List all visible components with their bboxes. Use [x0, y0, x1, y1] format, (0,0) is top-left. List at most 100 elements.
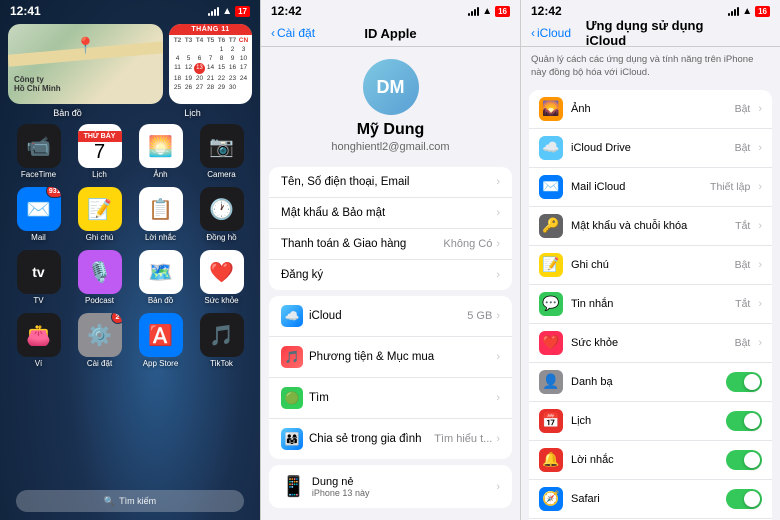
app-wallet[interactable]: 👛 Ví: [12, 313, 65, 368]
chevron-messages: ›: [758, 298, 762, 310]
icloud-row-keychain[interactable]: 🔑 Mật khẩu và chuỗi khóa Tắt ›: [529, 207, 772, 246]
icloud-row-notes[interactable]: 📝 Ghi chú Bật ›: [529, 246, 772, 285]
app-grid-row4: 👛 Ví ⚙️ 2 Cài đặt 🅰️ App Store 🎵 TikTok: [0, 309, 260, 372]
app-clock-label: Đồng hồ: [206, 233, 236, 242]
chevron-icon-4: ›: [496, 269, 500, 281]
app-appstore-label: App Store: [143, 359, 179, 368]
wifi-icon: ▲: [222, 6, 232, 17]
nav-title-2: ID Apple: [364, 26, 416, 41]
icloud-row-health[interactable]: ❤️ Sức khỏe Bật ›: [529, 324, 772, 363]
safari-toggle[interactable]: [726, 489, 762, 509]
widgets-row: 📍 Công ty Hồ Chí Minh THÁNG 11 T2T3T4T5T…: [0, 20, 260, 108]
app-maps-label: Bản đồ: [148, 296, 173, 305]
settings-row-payment-label: Thanh toán & Giao hàng: [281, 238, 406, 250]
icloud-row-calendar[interactable]: 📅 Lịch: [529, 402, 772, 441]
calendar-widget[interactable]: THÁNG 11 T2T3T4T5T6T7CN 123 45678910 111…: [169, 24, 252, 104]
icloud-row-contacts[interactable]: 👤 Danh bạ: [529, 363, 772, 402]
app-settings[interactable]: ⚙️ 2 Cài đặt: [73, 313, 126, 368]
settings-badge: 2: [111, 313, 122, 324]
app-tv-label: TV: [33, 296, 43, 305]
app-mail[interactable]: ✉️ 931 Mail: [12, 187, 65, 242]
health-icloud-label: Sức khỏe: [571, 337, 618, 349]
icloud-row-photos[interactable]: 🌄 Ảnh Bật ›: [529, 90, 772, 129]
app-grid-row1: 📹 FaceTime THỨ BẢY 7 Lịch 🌅 Ảnh 📷 Camera: [0, 120, 260, 183]
app-settings-label: Cài đặt: [87, 359, 112, 368]
settings-row-icloud[interactable]: ☁️ iCloud 5 GB ›: [269, 296, 512, 337]
app-camera-label: Camera: [207, 170, 235, 179]
keychain-label: Mật khẩu và chuỗi khóa: [571, 220, 687, 232]
app-appstore[interactable]: 🅰️ App Store: [134, 313, 187, 368]
app-calendar[interactable]: THỨ BẢY 7 Lịch: [73, 124, 126, 179]
profile-email: honghientl2@gmail.com: [331, 141, 449, 153]
icloud-row-reminders[interactable]: 🔔 Lời nhắc: [529, 441, 772, 480]
wifi-icon-2: ▲: [482, 6, 492, 17]
settings-row-device[interactable]: 📱 Dung nẻ iPhone 13 này ›: [269, 465, 512, 508]
settings-row-name[interactable]: Tên, Số điện thoại, Email ›: [269, 167, 512, 198]
icloud-row-messages[interactable]: 💬 Tin nhắn Tắt ›: [529, 285, 772, 324]
app-notes[interactable]: 📝 Ghi chú: [73, 187, 126, 242]
app-tiktok[interactable]: 🎵 TikTok: [195, 313, 248, 368]
photos-app-label: Ảnh: [571, 103, 591, 115]
app-podcasts[interactable]: 🎙️ Podcast: [73, 250, 126, 305]
photos-app-icon: 🌄: [539, 97, 563, 121]
avatar: DM: [363, 59, 419, 115]
battery-badge-2: 16: [495, 6, 510, 17]
icloud-apps-group: 🌄 Ảnh Bật › ☁️ iCloud Drive Bật › ✉️ Ma: [529, 90, 772, 520]
calendar-toggle[interactable]: [726, 411, 762, 431]
status-bar-2: 12:42 ▲ 16: [261, 0, 520, 20]
settings-row-subscribe[interactable]: Đăng ký ›: [269, 260, 512, 290]
icloud-row-safari[interactable]: 🧭 Safari: [529, 480, 772, 519]
keychain-icon: 🔑: [539, 214, 563, 238]
settings-group-device: 📱 Dung nẻ iPhone 13 này ›: [269, 465, 512, 508]
messages-icon: 💬: [539, 292, 563, 316]
reminders-toggle[interactable]: [726, 450, 762, 470]
contacts-toggle[interactable]: [726, 372, 762, 392]
status-icons-3: ▲ 16: [728, 6, 770, 17]
time-2: 12:42: [271, 4, 302, 18]
battery-badge-1: 17: [235, 6, 250, 17]
photos-status: Bật: [735, 103, 751, 115]
settings-row-media[interactable]: 🎵 Phương tiện & Mục mua ›: [269, 337, 512, 378]
app-health[interactable]: ❤️ Sức khỏe: [195, 250, 248, 305]
icloud-row-drive[interactable]: ☁️ iCloud Drive Bật ›: [529, 129, 772, 168]
drive-status: Bật: [735, 142, 751, 154]
settings-row-find[interactable]: 🟢 Tìm ›: [269, 378, 512, 419]
app-clock[interactable]: 🕐 Đồng hồ: [195, 187, 248, 242]
icloud-label: iCloud: [309, 310, 342, 322]
status-icons-2: ▲ 16: [468, 6, 510, 17]
messages-label: Tin nhắn: [571, 298, 613, 310]
status-icons-1: ▲ 17: [208, 6, 250, 17]
app-reminders[interactable]: 📋 Lời nhắc: [134, 187, 187, 242]
signal-icon-3: [728, 6, 739, 16]
app-camera[interactable]: 📷 Camera: [195, 124, 248, 179]
app-maps[interactable]: 🗺️ Bản đồ: [134, 250, 187, 305]
time-3: 12:42: [531, 4, 562, 18]
settings-row-password[interactable]: Mật khẩu & Bảo mật ›: [269, 198, 512, 229]
map-widget[interactable]: 📍 Công ty Hồ Chí Minh: [8, 24, 163, 104]
family-icon: 👨‍👩‍👧: [281, 428, 303, 450]
back-button-2[interactable]: ‹ Cài đặt: [271, 26, 315, 40]
icloud-value: 5 GB: [467, 310, 492, 322]
search-label: Tìm kiếm: [119, 496, 156, 506]
settings-row-payment[interactable]: Thanh toán & Giao hàng Không Có ›: [269, 229, 512, 260]
chevron-icon-5: ›: [496, 310, 500, 322]
app-tv[interactable]: tv TV: [12, 250, 65, 305]
search-bar[interactable]: 🔍 Tìm kiếm: [16, 490, 244, 512]
settings-row-family[interactable]: 👨‍👩‍👧 Chia sẻ trong gia đình Tìm hiểu t.…: [269, 419, 512, 459]
app-facetime[interactable]: 📹 FaceTime: [12, 124, 65, 179]
time-1: 12:41: [10, 4, 41, 18]
cal-widget-label: Lịch: [133, 108, 252, 118]
payment-value: Không Có: [443, 238, 492, 250]
icloud-row-mail[interactable]: ✉️ Mail iCloud Thiết lập ›: [529, 168, 772, 207]
media-label: Phương tiện & Mục mua: [309, 351, 434, 363]
icloud-info: Quản lý cách các ứng dụng và tính năng t…: [521, 47, 780, 84]
app-photos[interactable]: 🌅 Ảnh: [134, 124, 187, 179]
chevron-icon-9: ›: [496, 481, 500, 493]
keychain-status: Tắt: [735, 220, 750, 232]
notes-icloud-icon: 📝: [539, 253, 563, 277]
app-grid-row2: ✉️ 931 Mail 📝 Ghi chú 📋 Lời nhắc 🕐 Đồng …: [0, 183, 260, 246]
mail-icloud-status: Thiết lập: [710, 181, 750, 193]
chevron-icon-3: ›: [496, 238, 500, 250]
settings-group-1: Tên, Số điện thoại, Email › Mật khẩu & B…: [269, 167, 512, 290]
back-button-3[interactable]: ‹ iCloud: [531, 26, 571, 40]
